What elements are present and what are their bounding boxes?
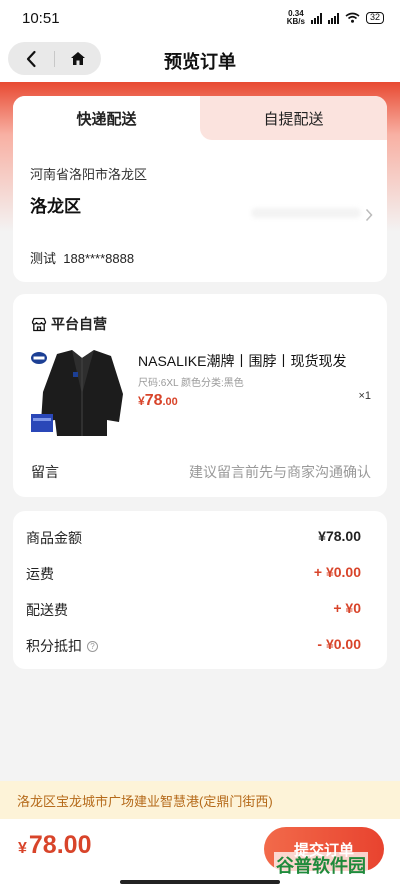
tab-express-delivery[interactable]: 快递配送 (13, 96, 200, 140)
price-integer: 78 (144, 392, 163, 409)
status-bar: 10:51 0.34 KB/s 32 (0, 0, 400, 36)
home-indicator[interactable] (120, 880, 280, 884)
address-detail[interactable]: 洛龙区 (30, 192, 81, 217)
summary-row-goods-amount: 商品金额 ¥78.00 (26, 528, 361, 548)
status-time: 10:51 (22, 9, 60, 27)
message-input[interactable]: 建议留言前先与商家沟通确认 (189, 462, 371, 482)
summary-value: + ¥0 (333, 600, 361, 616)
page-title: 预览订单 (164, 52, 236, 72)
price-decimal: .00 (162, 396, 178, 408)
product-card: 平台自营 NASALIKE潮牌丨围脖丨现货现发 尺码:6XL 颜色分类:黑色 ¥… (13, 294, 387, 497)
product-image[interactable] (27, 344, 127, 440)
product-name[interactable]: NASALIKE潮牌丨围脖丨现货现发 (138, 351, 368, 371)
address-contact: 测试 188****8888 (30, 248, 134, 267)
product-price: ¥78.00 (138, 392, 178, 410)
contact-phone: 188****8888 (63, 251, 135, 266)
summary-label: 运费 (26, 566, 54, 582)
summary-label: 配送费 (26, 602, 68, 618)
network-speed-unit: KB/s (286, 17, 305, 26)
address-select-button[interactable] (365, 208, 373, 227)
summary-label: 商品金额 (26, 530, 82, 546)
watermark: 谷普软件园 (274, 852, 368, 878)
contact-name: 测试 (30, 251, 57, 266)
signal-icon (310, 12, 322, 24)
order-total: ¥78.00 (18, 831, 91, 860)
summary-row-shipping: 运费 + ¥0.00 (26, 564, 361, 584)
summary-row-delivery-fee: 配送费 + ¥0 (26, 600, 361, 620)
summary-row-points-deduction: 积分抵扣 ? - ¥0.00 (26, 636, 361, 656)
address-region: 河南省洛阳市洛龙区 (30, 167, 148, 182)
wifi-icon (345, 12, 360, 25)
tab-self-pickup[interactable]: 自提配送 (200, 96, 387, 140)
price-summary-card: 商品金额 ¥78.00 运费 + ¥0.00 配送费 + ¥0 积分抵扣 ? -… (13, 511, 387, 669)
total-amount: 78.00 (28, 831, 92, 859)
product-spec: 尺码:6XL 颜色分类:黑色 (138, 378, 244, 389)
summary-value: - ¥0.00 (317, 636, 361, 652)
nav-bar: 预览订单 (0, 36, 400, 82)
shop-header: 平台自营 (31, 314, 107, 334)
battery-indicator: 32 (365, 12, 384, 24)
signal-icon (327, 12, 339, 24)
product-quantity: ×1 (358, 390, 371, 402)
delivery-card: 快递配送 自提配送 河南省洛阳市洛龙区 洛龙区 测试 188****8888 (13, 96, 387, 282)
question-circle-icon[interactable]: ? (87, 640, 98, 652)
pickup-address-notice: 洛龙区宝龙城市广场建业智慧港(定鼎门街西) (0, 781, 400, 819)
chevron-right-icon (365, 208, 373, 222)
summary-label-with-help: 积分抵扣 ? (26, 636, 98, 656)
summary-value: ¥78.00 (318, 528, 361, 544)
summary-label: 积分抵扣 (26, 638, 82, 654)
shop-label: 平台自营 (51, 316, 107, 332)
summary-value: + ¥0.00 (313, 564, 361, 580)
network-speed: 0.34 KB/s (287, 10, 305, 26)
delivery-tabs: 快递配送 自提配送 (13, 96, 387, 140)
message-label: 留言 (31, 464, 59, 480)
store-icon (31, 317, 47, 331)
price-currency: ¥ (138, 394, 145, 408)
total-currency: ¥ (18, 840, 27, 857)
address-blurred-text (251, 208, 361, 218)
status-icons: 0.34 KB/s 32 (287, 10, 384, 26)
